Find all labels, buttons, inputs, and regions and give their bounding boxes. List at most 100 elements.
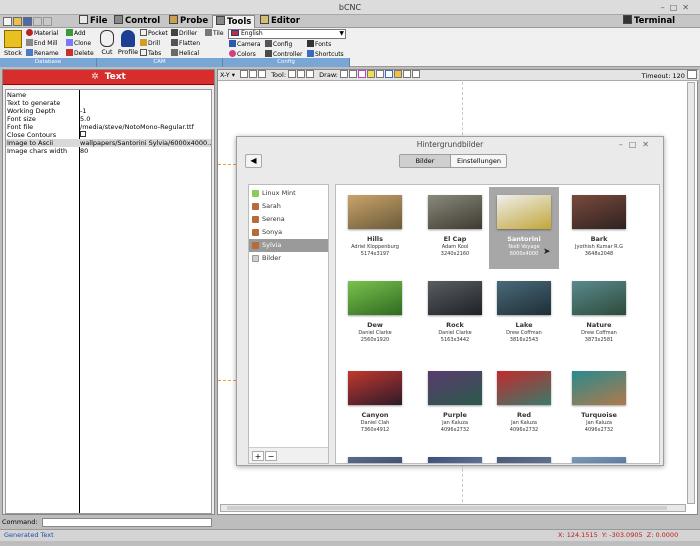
maximize-icon[interactable]: □ xyxy=(670,3,683,12)
wallpaper-tile[interactable]: Hills Adriel Kloppenburg 5174x3197 xyxy=(340,187,410,269)
redo-icon[interactable] xyxy=(43,17,52,26)
rapid-icon[interactable] xyxy=(403,70,412,78)
window-controls[interactable]: –□✕ xyxy=(661,0,694,15)
tab-einstellungen[interactable]: Einstellungen xyxy=(452,155,506,167)
camera-button[interactable]: Camera xyxy=(229,40,261,49)
helical-button[interactable]: Helical xyxy=(171,49,199,58)
album-item[interactable]: Bilder xyxy=(249,252,328,265)
new-file-icon[interactable] xyxy=(3,17,12,26)
property-value[interactable] xyxy=(80,131,86,139)
command-input[interactable] xyxy=(42,518,212,527)
vertical-scrollbar[interactable] xyxy=(687,82,695,504)
delete-button[interactable]: Delete xyxy=(66,49,94,58)
wallpaper-tile[interactable]: Nature Drew Coffman 3873x2581 xyxy=(564,273,634,355)
tab-file[interactable]: File xyxy=(76,15,110,28)
wallpaper-tile[interactable]: Red Jan Kaluza 4096x2732 xyxy=(489,363,559,445)
horizontal-scrollbar[interactable] xyxy=(220,504,686,512)
maximize-icon[interactable]: □ xyxy=(629,140,643,149)
property-value[interactable]: 80 xyxy=(80,147,88,155)
undo-icon[interactable] xyxy=(33,17,42,26)
wallpaper-tile[interactable]: El Cap Adam Kool 3240x2160 xyxy=(420,187,490,269)
close-icon[interactable]: ✕ xyxy=(642,140,655,149)
pointer-icon[interactable] xyxy=(340,70,349,78)
add-button[interactable]: Add xyxy=(66,29,86,38)
zoom-in-icon[interactable] xyxy=(240,70,249,78)
wallpaper-tile[interactable]: Purple Jan Kaluza 4096x2732 xyxy=(420,363,490,445)
album-item[interactable]: Sarah xyxy=(249,200,328,213)
album-item[interactable]: Sonya xyxy=(249,226,328,239)
tab-control[interactable]: Control xyxy=(111,15,163,28)
property-value[interactable]: wallpapers/Santorini Sylvia/6000x4000... xyxy=(80,139,211,147)
wallpaper-tile[interactable] xyxy=(489,449,559,463)
tabs-button[interactable]: Tabs xyxy=(140,49,161,58)
clone-button[interactable]: Clone xyxy=(66,39,91,48)
stock-button[interactable]: Stock xyxy=(3,30,23,57)
add-album-button[interactable]: + xyxy=(252,451,264,461)
property-row-image-width[interactable]: Image chars width 80 xyxy=(6,147,211,155)
wallpaper-tile[interactable] xyxy=(564,449,634,463)
wallpaper-tile[interactable] xyxy=(420,449,490,463)
timeout-spinner[interactable] xyxy=(687,70,697,79)
fonts-button[interactable]: Fonts xyxy=(307,40,331,49)
tab-terminal[interactable]: Terminal xyxy=(620,15,678,28)
timeout-value[interactable]: 120 xyxy=(673,72,685,80)
tab-tools[interactable]: Tools xyxy=(212,15,256,28)
property-row-image-ascii[interactable]: Image to Ascii wallpapers/Santorini Sylvi… xyxy=(6,139,211,147)
pocket-button[interactable]: Pocket xyxy=(140,29,168,38)
wallpaper-tile[interactable]: Canyon Daniel Clah 7360x4912 xyxy=(340,363,410,445)
tab-probe[interactable]: Probe xyxy=(166,15,211,28)
move-icon[interactable] xyxy=(297,70,306,78)
album-item[interactable]: Serena xyxy=(249,213,328,226)
wallpaper-tile[interactable]: Dew Daniel Clarke 2560x1920 xyxy=(340,273,410,355)
property-row-font-size[interactable]: Font size 5.0 xyxy=(6,115,211,123)
config-button[interactable]: Config xyxy=(265,40,292,49)
drill-button[interactable]: Drill xyxy=(140,39,160,48)
property-value[interactable]: -1 xyxy=(80,107,86,115)
property-value[interactable]: 5.0 xyxy=(80,115,90,123)
driller-button[interactable]: Driller xyxy=(171,29,197,38)
open-folder-icon[interactable] xyxy=(13,17,22,26)
material-button[interactable]: Material xyxy=(26,29,58,38)
flatten-button[interactable]: Flatten xyxy=(171,39,200,48)
property-row-font-file[interactable]: Font file/media/steve/NotoMono-Regular.t… xyxy=(6,123,211,131)
minimize-icon[interactable]: – xyxy=(661,3,670,12)
property-row-close-contours[interactable]: Close Contours xyxy=(6,131,211,139)
language-select[interactable]: English ▼ xyxy=(228,29,346,39)
close-contours-checkbox[interactable] xyxy=(80,131,86,137)
axes-icon[interactable] xyxy=(367,70,376,78)
zoom-fit-icon[interactable] xyxy=(258,70,267,78)
select-icon[interactable] xyxy=(288,70,297,78)
rename-button[interactable]: Rename xyxy=(26,49,59,58)
tab-bilder[interactable]: Bilder xyxy=(400,155,451,167)
wallpaper-tile[interactable]: Lake Drew Coffman 3816x2543 xyxy=(489,273,559,355)
wallpaper-tile[interactable]: Bark Jyothish Kumar R.G 3648x2048 xyxy=(564,187,634,269)
view-select[interactable]: X-Y ▾ xyxy=(220,71,235,79)
wallpaper-tile[interactable]: Turquoise Jan Kaluza 4096x2732 xyxy=(564,363,634,445)
wallpaper-tile[interactable] xyxy=(340,449,410,463)
zoom-out-icon[interactable] xyxy=(249,70,258,78)
property-row-text[interactable]: Text to generate xyxy=(6,99,211,107)
workarea-icon[interactable] xyxy=(394,70,403,78)
scrollbar-thumb[interactable] xyxy=(227,506,667,510)
cut-button[interactable]: Cut xyxy=(98,30,116,56)
profile-button[interactable]: Profile xyxy=(117,30,139,56)
camera-view-icon[interactable] xyxy=(412,70,421,78)
property-row-depth[interactable]: Working Depth -1 xyxy=(6,107,211,115)
origin-icon[interactable] xyxy=(306,70,315,78)
property-value[interactable]: /media/steve/NotoMono-Regular.ttf xyxy=(80,123,194,131)
remove-album-button[interactable]: − xyxy=(265,451,277,461)
back-button[interactable]: ◀ xyxy=(245,154,262,168)
album-item-selected[interactable]: Sylvia xyxy=(249,239,328,252)
dialog-window-controls[interactable]: –□✕ xyxy=(619,137,655,153)
margins-icon[interactable] xyxy=(358,70,367,78)
tile-button[interactable]: Tile xyxy=(205,29,224,38)
end-mill-button[interactable]: End Mill xyxy=(26,39,58,48)
close-icon[interactable]: ✕ xyxy=(682,3,694,12)
tab-editor[interactable]: Editor xyxy=(257,15,303,28)
album-item[interactable]: Linux Mint xyxy=(249,187,328,200)
save-icon[interactable] xyxy=(23,17,32,26)
property-row-name[interactable]: Name xyxy=(6,91,211,99)
grid-icon[interactable] xyxy=(349,70,358,78)
path-icon[interactable] xyxy=(385,70,394,78)
minimize-icon[interactable]: – xyxy=(619,140,629,149)
